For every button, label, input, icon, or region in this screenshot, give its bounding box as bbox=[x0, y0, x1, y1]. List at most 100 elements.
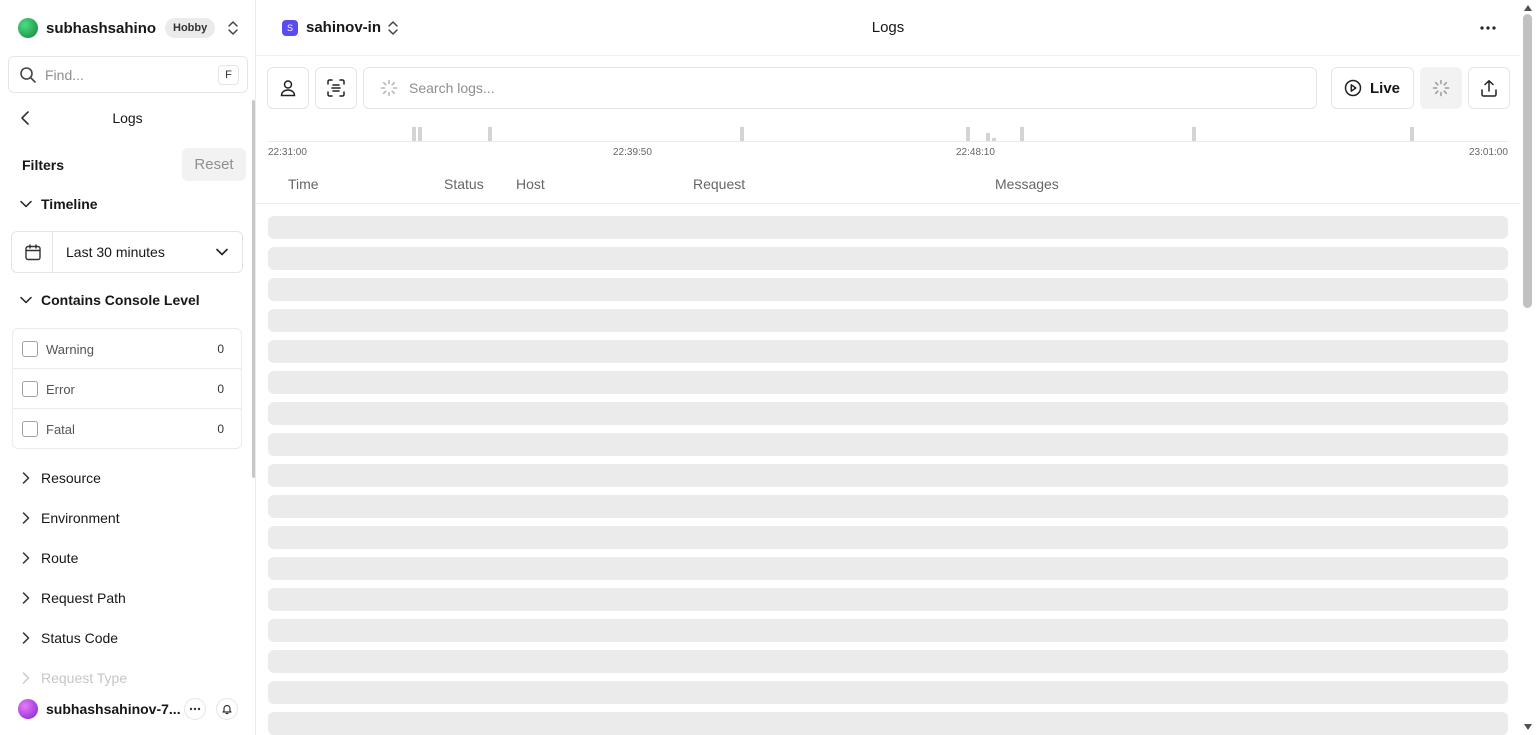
user-menu[interactable]: subhashsahinov-7... bbox=[0, 690, 255, 730]
skeleton-row bbox=[268, 278, 1508, 301]
column-header-host[interactable]: Host bbox=[516, 176, 545, 192]
checkbox[interactable] bbox=[22, 381, 38, 397]
search-icon bbox=[20, 66, 36, 83]
skeleton-row bbox=[268, 371, 1508, 394]
console-level-list: Warning 0 Error 0 Fatal 0 bbox=[12, 328, 242, 449]
level-option-error[interactable]: Error 0 bbox=[13, 369, 241, 409]
filter-toggle-request-path[interactable]: Request Path bbox=[20, 588, 126, 608]
histogram-bar bbox=[418, 127, 422, 141]
level-option-fatal[interactable]: Fatal 0 bbox=[13, 409, 241, 449]
filter-toggle-console-level[interactable]: Contains Console Level bbox=[20, 290, 200, 310]
ellipsis-icon bbox=[189, 707, 201, 711]
user-more-button[interactable] bbox=[184, 698, 206, 720]
skeleton-row bbox=[268, 557, 1508, 580]
histogram-bar bbox=[740, 127, 744, 141]
skeleton-row bbox=[268, 619, 1508, 642]
filter-label: Request Type bbox=[41, 670, 128, 686]
divider bbox=[52, 232, 53, 272]
filter-label: Status Code bbox=[41, 630, 119, 646]
timeline-value: Last 30 minutes bbox=[66, 244, 165, 260]
sidebar-nav-header: Logs bbox=[0, 104, 255, 132]
find-shortcut: F bbox=[218, 65, 239, 85]
live-button[interactable]: Live bbox=[1331, 67, 1414, 109]
histogram-axis bbox=[268, 141, 1508, 142]
timeline-histogram[interactable] bbox=[268, 118, 1508, 142]
refresh-loading-button[interactable] bbox=[1420, 67, 1462, 109]
scroll-up-arrow[interactable] bbox=[1523, 4, 1533, 12]
search-logs-box[interactable] bbox=[363, 67, 1317, 109]
spinner-icon bbox=[1432, 79, 1450, 97]
level-option-warning[interactable]: Warning 0 bbox=[13, 329, 241, 369]
export-button[interactable] bbox=[1468, 67, 1510, 109]
histogram-bar bbox=[488, 127, 492, 141]
filter-toggle-resource[interactable]: Resource bbox=[20, 468, 101, 488]
checkbox[interactable] bbox=[22, 341, 38, 357]
level-label: Fatal bbox=[46, 421, 75, 437]
filter-label: Timeline bbox=[41, 196, 98, 212]
filter-toggle-route[interactable]: Route bbox=[20, 548, 78, 568]
timeline-tick: 22:39:50 bbox=[613, 147, 652, 158]
scan-icon bbox=[327, 79, 345, 97]
sidebar-scrollbar[interactable] bbox=[252, 100, 255, 478]
chevron-left-icon[interactable] bbox=[18, 110, 34, 126]
histogram-bar bbox=[412, 127, 416, 141]
notifications-button[interactable] bbox=[216, 698, 238, 720]
project-name[interactable]: sahinov-in bbox=[306, 19, 381, 36]
reset-button[interactable]: Reset bbox=[182, 148, 246, 181]
checkbox[interactable] bbox=[22, 421, 38, 437]
team-name: subhashsahino... bbox=[46, 19, 156, 37]
level-count: 0 bbox=[217, 382, 224, 396]
top-bar: S sahinov-in Logs bbox=[256, 0, 1520, 56]
live-label: Live bbox=[1370, 79, 1401, 97]
filters-title: Filters bbox=[22, 157, 65, 173]
timeline-tick: 22:31:00 bbox=[268, 147, 307, 158]
column-header-messages[interactable]: Messages bbox=[995, 176, 1059, 192]
user-icon bbox=[280, 80, 296, 97]
skeleton-row bbox=[268, 402, 1508, 425]
project-icon: S bbox=[282, 20, 298, 36]
find-input[interactable] bbox=[45, 66, 205, 83]
histogram-bar bbox=[1020, 127, 1024, 141]
play-circle-icon bbox=[1344, 79, 1362, 97]
find-box[interactable]: F bbox=[8, 56, 248, 93]
chevron-updown-icon[interactable] bbox=[226, 20, 240, 36]
upload-icon bbox=[1481, 80, 1497, 97]
scroll-down-arrow[interactable] bbox=[1523, 723, 1533, 731]
plan-badge: Hobby bbox=[165, 18, 216, 38]
more-options-button[interactable] bbox=[1476, 18, 1500, 38]
chevron-right-icon bbox=[22, 512, 30, 524]
calendar-icon bbox=[25, 244, 41, 261]
filter-toggle-status-code[interactable]: Status Code bbox=[20, 628, 118, 648]
column-header-time[interactable]: Time bbox=[288, 176, 319, 192]
histogram-bar bbox=[966, 127, 970, 141]
team-switcher[interactable]: subhashsahino... Hobby bbox=[0, 0, 255, 56]
filter-label: Route bbox=[41, 550, 79, 566]
chevron-updown-icon[interactable] bbox=[386, 20, 400, 36]
chevron-right-icon bbox=[22, 552, 30, 564]
column-header-status[interactable]: Status bbox=[444, 176, 484, 192]
level-label: Error bbox=[46, 381, 75, 397]
timeline-select[interactable]: Last 30 minutes bbox=[11, 231, 243, 273]
chevron-down-icon bbox=[20, 200, 32, 208]
sidebar: subhashsahino... Hobby F Logs Filters Re… bbox=[0, 0, 256, 735]
skeleton-row bbox=[268, 650, 1508, 673]
spinner-icon bbox=[380, 79, 398, 97]
scan-button[interactable] bbox=[315, 67, 357, 109]
chevron-right-icon bbox=[22, 632, 30, 644]
filter-toggle-request-type[interactable]: Request Type bbox=[20, 668, 127, 688]
skeleton-row bbox=[268, 495, 1508, 518]
skeleton-row bbox=[268, 340, 1508, 363]
user-filter-button[interactable] bbox=[267, 67, 309, 109]
user-name: subhashsahinov-7... bbox=[46, 701, 181, 717]
filter-label: Request Path bbox=[41, 590, 126, 606]
skeleton-row bbox=[268, 588, 1508, 611]
filter-label: Contains Console Level bbox=[41, 292, 200, 308]
column-header-request[interactable]: Request bbox=[693, 176, 745, 192]
scroll-thumb[interactable] bbox=[1523, 14, 1532, 308]
search-logs-input[interactable] bbox=[409, 80, 1209, 96]
page-title: Logs bbox=[871, 19, 905, 36]
filter-toggle-timeline[interactable]: Timeline bbox=[20, 194, 98, 214]
chevron-right-icon bbox=[22, 472, 30, 484]
filter-toggle-environment[interactable]: Environment bbox=[20, 508, 120, 528]
chevron-right-icon bbox=[22, 592, 30, 604]
